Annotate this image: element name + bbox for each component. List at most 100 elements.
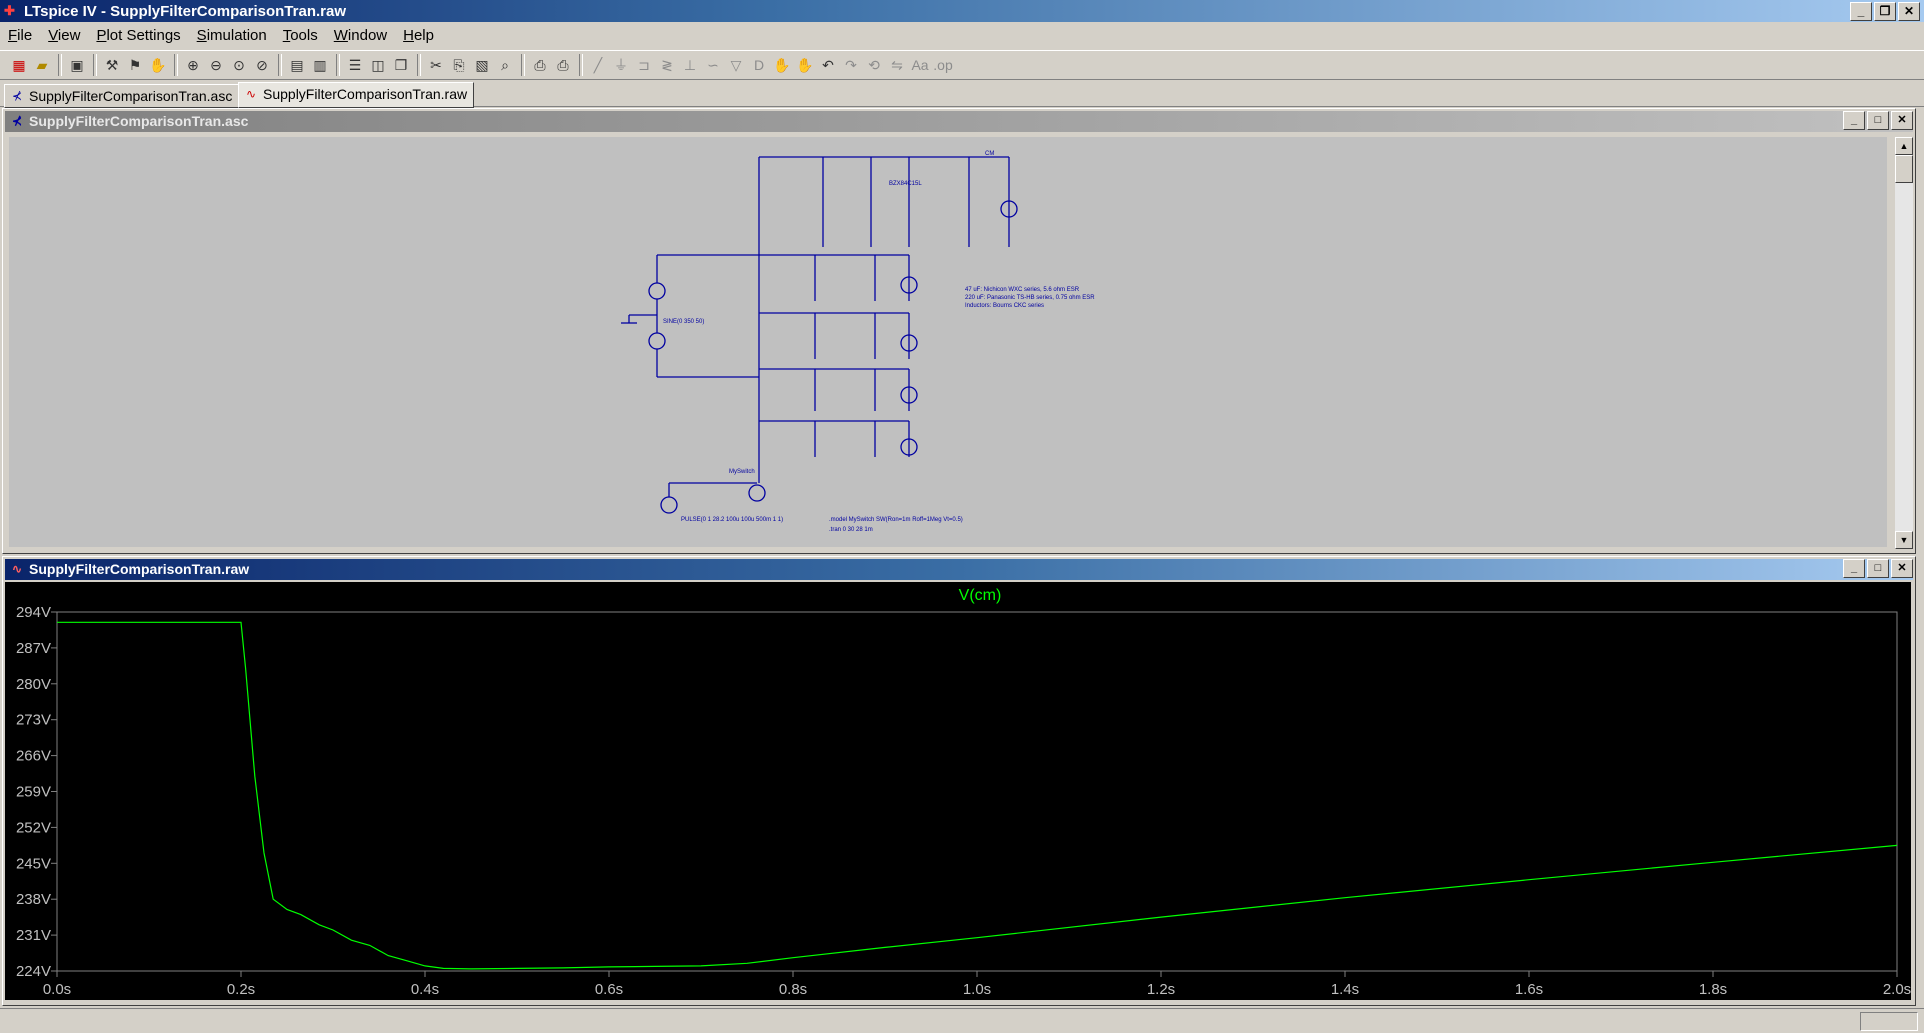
waveform-icon: ∿	[245, 87, 257, 101]
tab-waveform[interactable]: ∿ SupplyFilterComparisonTran.raw	[238, 82, 475, 108]
waveform-plot[interactable]: V(cm) 294V 287V 280V 273V 266V 259V 252V 245V 23…	[5, 582, 1911, 1000]
ground-icon[interactable]: ⏚	[610, 54, 632, 76]
copy-icon[interactable]: ⎘	[448, 54, 470, 76]
zoom-fit-icon[interactable]: ⊙	[228, 54, 250, 76]
tile-horizontal-icon[interactable]: ☰	[344, 54, 366, 76]
save-icon[interactable]: ▣	[66, 54, 88, 76]
open-icon[interactable]: ▰	[31, 54, 53, 76]
restore-button[interactable]: ❐	[1874, 2, 1896, 21]
print-icon[interactable]: ⎙	[552, 54, 574, 76]
y-tick-label: 252V	[16, 819, 51, 836]
schematic-note-3: Inductors: Bourns CKC series	[965, 303, 1044, 309]
y-tick-label: 266V	[16, 748, 51, 765]
spice-directive-icon[interactable]: .op	[932, 54, 954, 76]
waveform-icon: ∿	[11, 562, 23, 576]
autorange-icon[interactable]: ▤	[286, 54, 308, 76]
tile-vertical-icon[interactable]: ◫	[367, 54, 389, 76]
move-icon[interactable]: ✋	[771, 54, 793, 76]
resistor-icon[interactable]: ≷	[656, 54, 678, 76]
status-box	[1860, 1012, 1918, 1031]
mirror-icon[interactable]: ⇋	[886, 54, 908, 76]
x-tick-label: 2.0s	[1883, 981, 1911, 998]
paste-icon[interactable]: ▧	[471, 54, 493, 76]
menu-plot-settings[interactable]: Plot Settings	[88, 24, 188, 48]
scroll-thumb[interactable]	[1895, 155, 1913, 183]
schematic-sine-label: SINE(0 350 50)	[663, 319, 704, 325]
tab-waveform-label: SupplyFilterComparisonTran.raw	[263, 86, 468, 102]
inductor-icon[interactable]: ∽	[702, 54, 724, 76]
tab-schematic-label: SupplyFilterComparisonTran.asc	[29, 88, 233, 104]
cut-icon[interactable]: ✂	[425, 54, 447, 76]
zoom-out-icon[interactable]: ⊖	[205, 54, 227, 76]
menu-window[interactable]: Window	[326, 24, 395, 48]
schematic-icon: ⊀	[11, 89, 23, 103]
menu-tools[interactable]: Tools	[275, 24, 326, 48]
zoom-in-icon[interactable]: ⊕	[182, 54, 204, 76]
menu-simulation[interactable]: Simulation	[189, 24, 275, 48]
schematic-maximize-button[interactable]: □	[1867, 111, 1889, 130]
y-tick-label: 259V	[16, 784, 51, 801]
menu-view[interactable]: View	[40, 24, 88, 48]
run-icon[interactable]: ⚑	[124, 54, 146, 76]
print-preview-icon[interactable]: ⎙	[529, 54, 551, 76]
schematic-switch-label: MySwitch	[729, 469, 755, 475]
toolbar: ▦ ▰ ▣ ⚒ ⚑ ✋ ⊕ ⊖ ⊙ ⊘ ▤ ▥ ☰ ◫ ❐ ✂ ⎘ ▧ ⌕ ⎙ …	[0, 50, 1924, 80]
cascade-icon[interactable]: ❐	[390, 54, 412, 76]
schematic-window: ⊀ SupplyFilterComparisonTran.asc _ □ ✕ 4…	[2, 108, 1916, 554]
zoom-cancel-icon[interactable]: ⊘	[251, 54, 273, 76]
minimize-button[interactable]: _	[1850, 2, 1872, 21]
find-icon[interactable]: ⌕	[494, 54, 516, 76]
x-tick-label: 1.2s	[1147, 981, 1175, 998]
schematic-pulse-label: PULSE(0 1 28.2 100u 100u 500m 1 1)	[681, 517, 783, 523]
tab-schematic[interactable]: ⊀ SupplyFilterComparisonTran.asc	[4, 84, 240, 108]
waveform-maximize-button[interactable]: □	[1867, 559, 1889, 578]
ltspice-logo-icon: ✚	[4, 3, 15, 18]
wire-icon[interactable]: ╱	[587, 54, 609, 76]
grid-icon[interactable]: ▥	[309, 54, 331, 76]
x-tick-label: 0.0s	[43, 981, 71, 998]
capacitor-icon[interactable]: ⊥	[679, 54, 701, 76]
y-tick-label: 231V	[16, 927, 51, 944]
schematic-close-button[interactable]: ✕	[1891, 111, 1913, 130]
x-tick-label: 1.8s	[1699, 981, 1727, 998]
y-tick-label: 224V	[16, 963, 51, 980]
schematic-note-2: 220 uF: Panasonic TS-HB series, 0.75 ohm…	[965, 295, 1095, 301]
schematic-canvas[interactable]: 47 uF: Nichicon WXC series, 5.6 ohm ESR …	[9, 137, 1887, 547]
scroll-up-button[interactable]: ▲	[1895, 137, 1913, 155]
diode-icon[interactable]: ▽	[725, 54, 747, 76]
schematic-minimize-button[interactable]: _	[1843, 111, 1865, 130]
menu-bar: File View Plot Settings Simulation Tools…	[0, 24, 1924, 48]
y-tick-label: 294V	[16, 604, 51, 621]
menu-file[interactable]: File	[0, 24, 40, 48]
close-button[interactable]: ✕	[1898, 2, 1920, 21]
window-titlebar: ✚ LTspice IV - SupplyFilterComparisonTra…	[0, 0, 1924, 22]
y-tick-label: 245V	[16, 855, 51, 872]
control-panel-icon[interactable]: ⚒	[101, 54, 123, 76]
component-icon[interactable]: D	[748, 54, 770, 76]
waveform-close-button[interactable]: ✕	[1891, 559, 1913, 578]
undo-icon[interactable]: ↶	[817, 54, 839, 76]
x-tick-label: 1.0s	[963, 981, 991, 998]
new-schematic-icon[interactable]: ▦	[8, 54, 30, 76]
schematic-note-1: 47 uF: Nichicon WXC series, 5.6 ohm ESR	[965, 287, 1080, 293]
x-tick-label: 0.6s	[595, 981, 623, 998]
x-tick-label: 1.4s	[1331, 981, 1359, 998]
schematic-scrollbar[interactable]: ▲ ▼	[1895, 137, 1913, 549]
menu-help[interactable]: Help	[395, 24, 442, 48]
halt-icon[interactable]: ✋	[147, 54, 169, 76]
trace-label[interactable]: V(cm)	[959, 587, 1002, 604]
schematic-window-title: SupplyFilterComparisonTran.asc	[29, 113, 249, 129]
rotate-icon[interactable]: ⟲	[863, 54, 885, 76]
drag-icon[interactable]: ✋	[794, 54, 816, 76]
window-title: LTspice IV - SupplyFilterComparisonTran.…	[24, 3, 347, 20]
scroll-down-button[interactable]: ▼	[1895, 531, 1913, 549]
label-icon[interactable]: ⊐	[633, 54, 655, 76]
schematic-cm-label: CM	[985, 151, 994, 157]
redo-icon[interactable]: ↷	[840, 54, 862, 76]
waveform-minimize-button[interactable]: _	[1843, 559, 1865, 578]
x-tick-label: 0.8s	[779, 981, 807, 998]
schematic-window-titlebar: ⊀ SupplyFilterComparisonTran.asc _ □ ✕	[5, 111, 1913, 132]
x-tick-label: 1.6s	[1515, 981, 1543, 998]
y-tick-label: 280V	[16, 676, 51, 693]
text-icon[interactable]: Aa	[909, 54, 931, 76]
